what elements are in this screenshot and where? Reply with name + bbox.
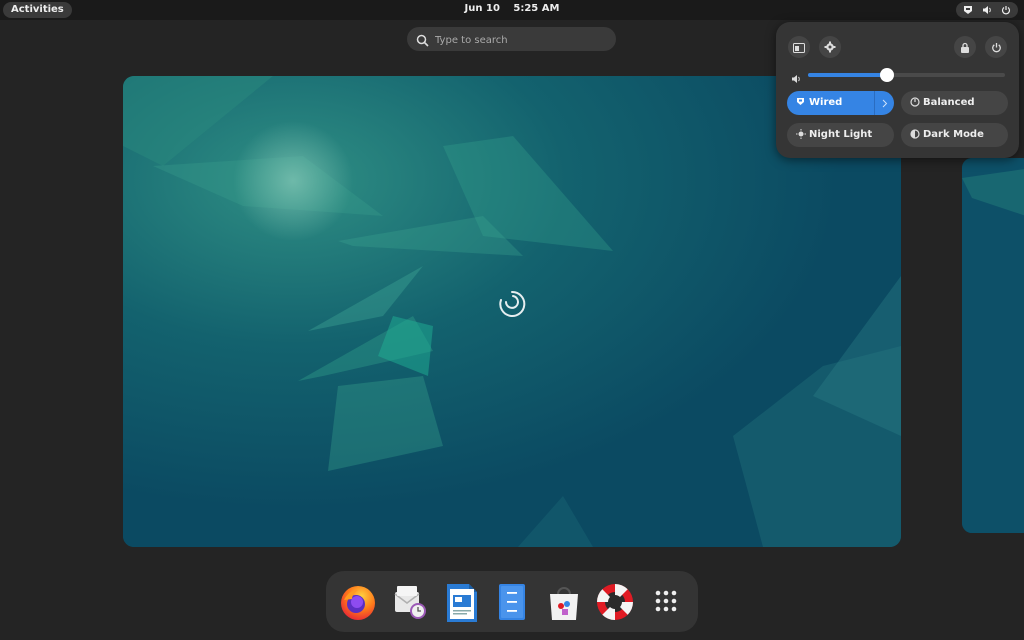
gear-icon [824,38,836,57]
dock-show-apps[interactable] [644,580,688,624]
show-apps-icon [655,590,677,612]
firefox-icon [341,586,375,620]
toggle-label: Balanced [923,97,975,108]
network-icon [963,5,973,15]
dock-app-libreoffice-writer[interactable] [439,580,483,624]
toggle-night-light[interactable]: Night Light [787,123,894,147]
power-button[interactable] [985,36,1007,58]
volume-icon [791,69,802,88]
toggle-dark-mode[interactable]: Dark Mode [901,123,1008,147]
lock-icon [960,38,970,57]
power-icon [991,38,1002,57]
dock-app-evolution[interactable] [387,580,431,624]
clock-time: 5:25 AM [513,3,560,14]
software-store-icon [550,587,578,620]
power-profile-icon [910,97,920,110]
dash-dock [326,571,698,632]
network-icon [796,97,805,109]
toggle-wired[interactable]: Wired [787,91,894,115]
screenshot-button[interactable] [788,36,810,58]
wallpaper-image [962,158,1024,533]
top-bar: Activities Jun 10 5:25 AM [0,0,1024,20]
help-icon [597,584,633,620]
screenshot-icon [793,38,805,57]
dark-mode-icon [910,129,920,142]
clock-date: Jun 10 [464,3,500,14]
quick-settings-panel: Wired Balanced Night Light Dark Mode [776,22,1019,158]
dock-app-software[interactable] [542,580,586,624]
system-status-area[interactable] [956,2,1018,18]
dock-app-firefox[interactable] [336,580,380,624]
volume-slider[interactable] [808,68,1005,82]
dock-app-files[interactable] [490,580,534,624]
volume-icon [982,5,992,15]
search-bar[interactable] [407,27,616,51]
dock-app-help[interactable] [593,580,637,624]
toggle-label: Dark Mode [923,129,984,140]
clock[interactable]: Jun 10 5:25 AM [0,3,1024,14]
lock-button[interactable] [954,36,976,58]
file-manager-icon [499,584,525,620]
libreoffice-writer-icon [447,584,477,622]
toggle-balanced[interactable]: Balanced [901,91,1008,115]
volume-slider-fill [808,73,887,77]
chevron-right-icon[interactable] [874,91,894,115]
toggle-label: Night Light [809,129,873,140]
settings-button[interactable] [819,36,841,58]
toggle-label: Wired [809,97,843,108]
night-light-icon [796,129,806,142]
search-icon [416,32,429,51]
workspace-thumbnail-next[interactable] [962,158,1024,533]
power-icon [1001,5,1011,15]
volume-slider-knob[interactable] [879,68,894,82]
search-input[interactable] [433,30,607,50]
evolution-mail-icon [394,586,426,619]
